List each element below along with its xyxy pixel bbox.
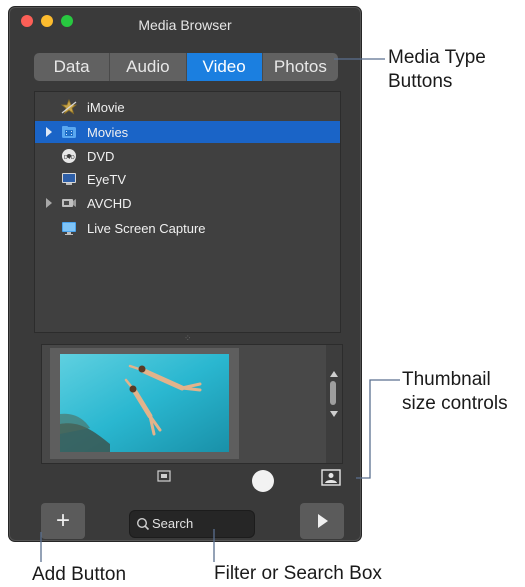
play-button[interactable] [300, 503, 344, 539]
eyetv-icon [62, 173, 76, 185]
source-item-imovie[interactable]: iMovie [35, 96, 340, 118]
source-item-live-screen-capture[interactable]: Live Screen Capture [35, 217, 340, 239]
avchd-camera-icon [62, 199, 76, 207]
source-item-label: EyeTV [87, 172, 127, 187]
search-icon [136, 517, 150, 531]
callout-filter-search-box: Filter or Search Box [214, 563, 382, 584]
media-browser-window: Media Browser Data Audio Video Photos iM… [8, 6, 362, 542]
source-item-movies[interactable]: Movies [35, 121, 340, 143]
source-item-eyetv[interactable]: EyeTV [35, 168, 340, 190]
svg-text:DVD: DVD [64, 155, 75, 161]
thumbnail-browser [41, 344, 343, 464]
movies-folder-icon [62, 126, 76, 138]
scroll-down-arrow-icon[interactable] [330, 411, 338, 417]
dvd-disc-icon: DVD [62, 149, 76, 163]
callout-media-type-buttons: Media Type Buttons [388, 47, 486, 92]
source-item-label: iMovie [87, 100, 125, 115]
media-thumbnail[interactable] [50, 348, 239, 459]
tab-data[interactable]: Data [34, 53, 111, 81]
tab-video[interactable]: Video [186, 53, 263, 81]
imovie-star-icon [61, 99, 77, 115]
swimmers-video-thumbnail [60, 354, 229, 452]
media-type-buttons: Data Audio Video Photos [34, 53, 338, 81]
source-item-avchd[interactable]: AVCHD [35, 192, 340, 214]
disclosure-triangle-icon[interactable] [46, 198, 52, 208]
source-item-label: Live Screen Capture [87, 221, 206, 236]
search-input[interactable]: Search [129, 510, 255, 538]
callout-add-button: Add Button [32, 564, 127, 585]
screen-capture-monitor-icon [62, 222, 76, 235]
title-bar: Media Browser [9, 7, 361, 39]
scroll-up-arrow-icon[interactable] [330, 371, 338, 377]
small-thumbnail-icon[interactable] [157, 470, 171, 482]
scroll-thumb[interactable] [330, 381, 336, 405]
source-item-label: AVCHD [87, 196, 132, 211]
source-item-dvd[interactable]: DVD DVD [35, 145, 340, 167]
source-list: iMovie Movies DVD DVD EyeTV AVCHD Live S… [34, 91, 341, 333]
callout-thumbnail-size-controls: Thumbnail size controls [402, 369, 508, 414]
disclosure-triangle-icon[interactable] [46, 127, 52, 137]
add-button[interactable]: + [41, 503, 85, 539]
thumbnail-scrollbar[interactable] [326, 345, 342, 463]
search-placeholder: Search [152, 516, 194, 531]
source-item-label: DVD [87, 149, 115, 164]
pane-splitter-handle[interactable]: ⁘ [184, 333, 192, 344]
thumbnail-size-slider-knob[interactable] [252, 470, 274, 492]
tab-photos[interactable]: Photos [263, 53, 338, 81]
large-thumbnail-icon[interactable] [321, 469, 341, 486]
tab-audio[interactable]: Audio [110, 53, 187, 81]
source-item-label: Movies [87, 125, 129, 140]
play-icon [318, 514, 328, 528]
window-title: Media Browser [138, 17, 232, 33]
